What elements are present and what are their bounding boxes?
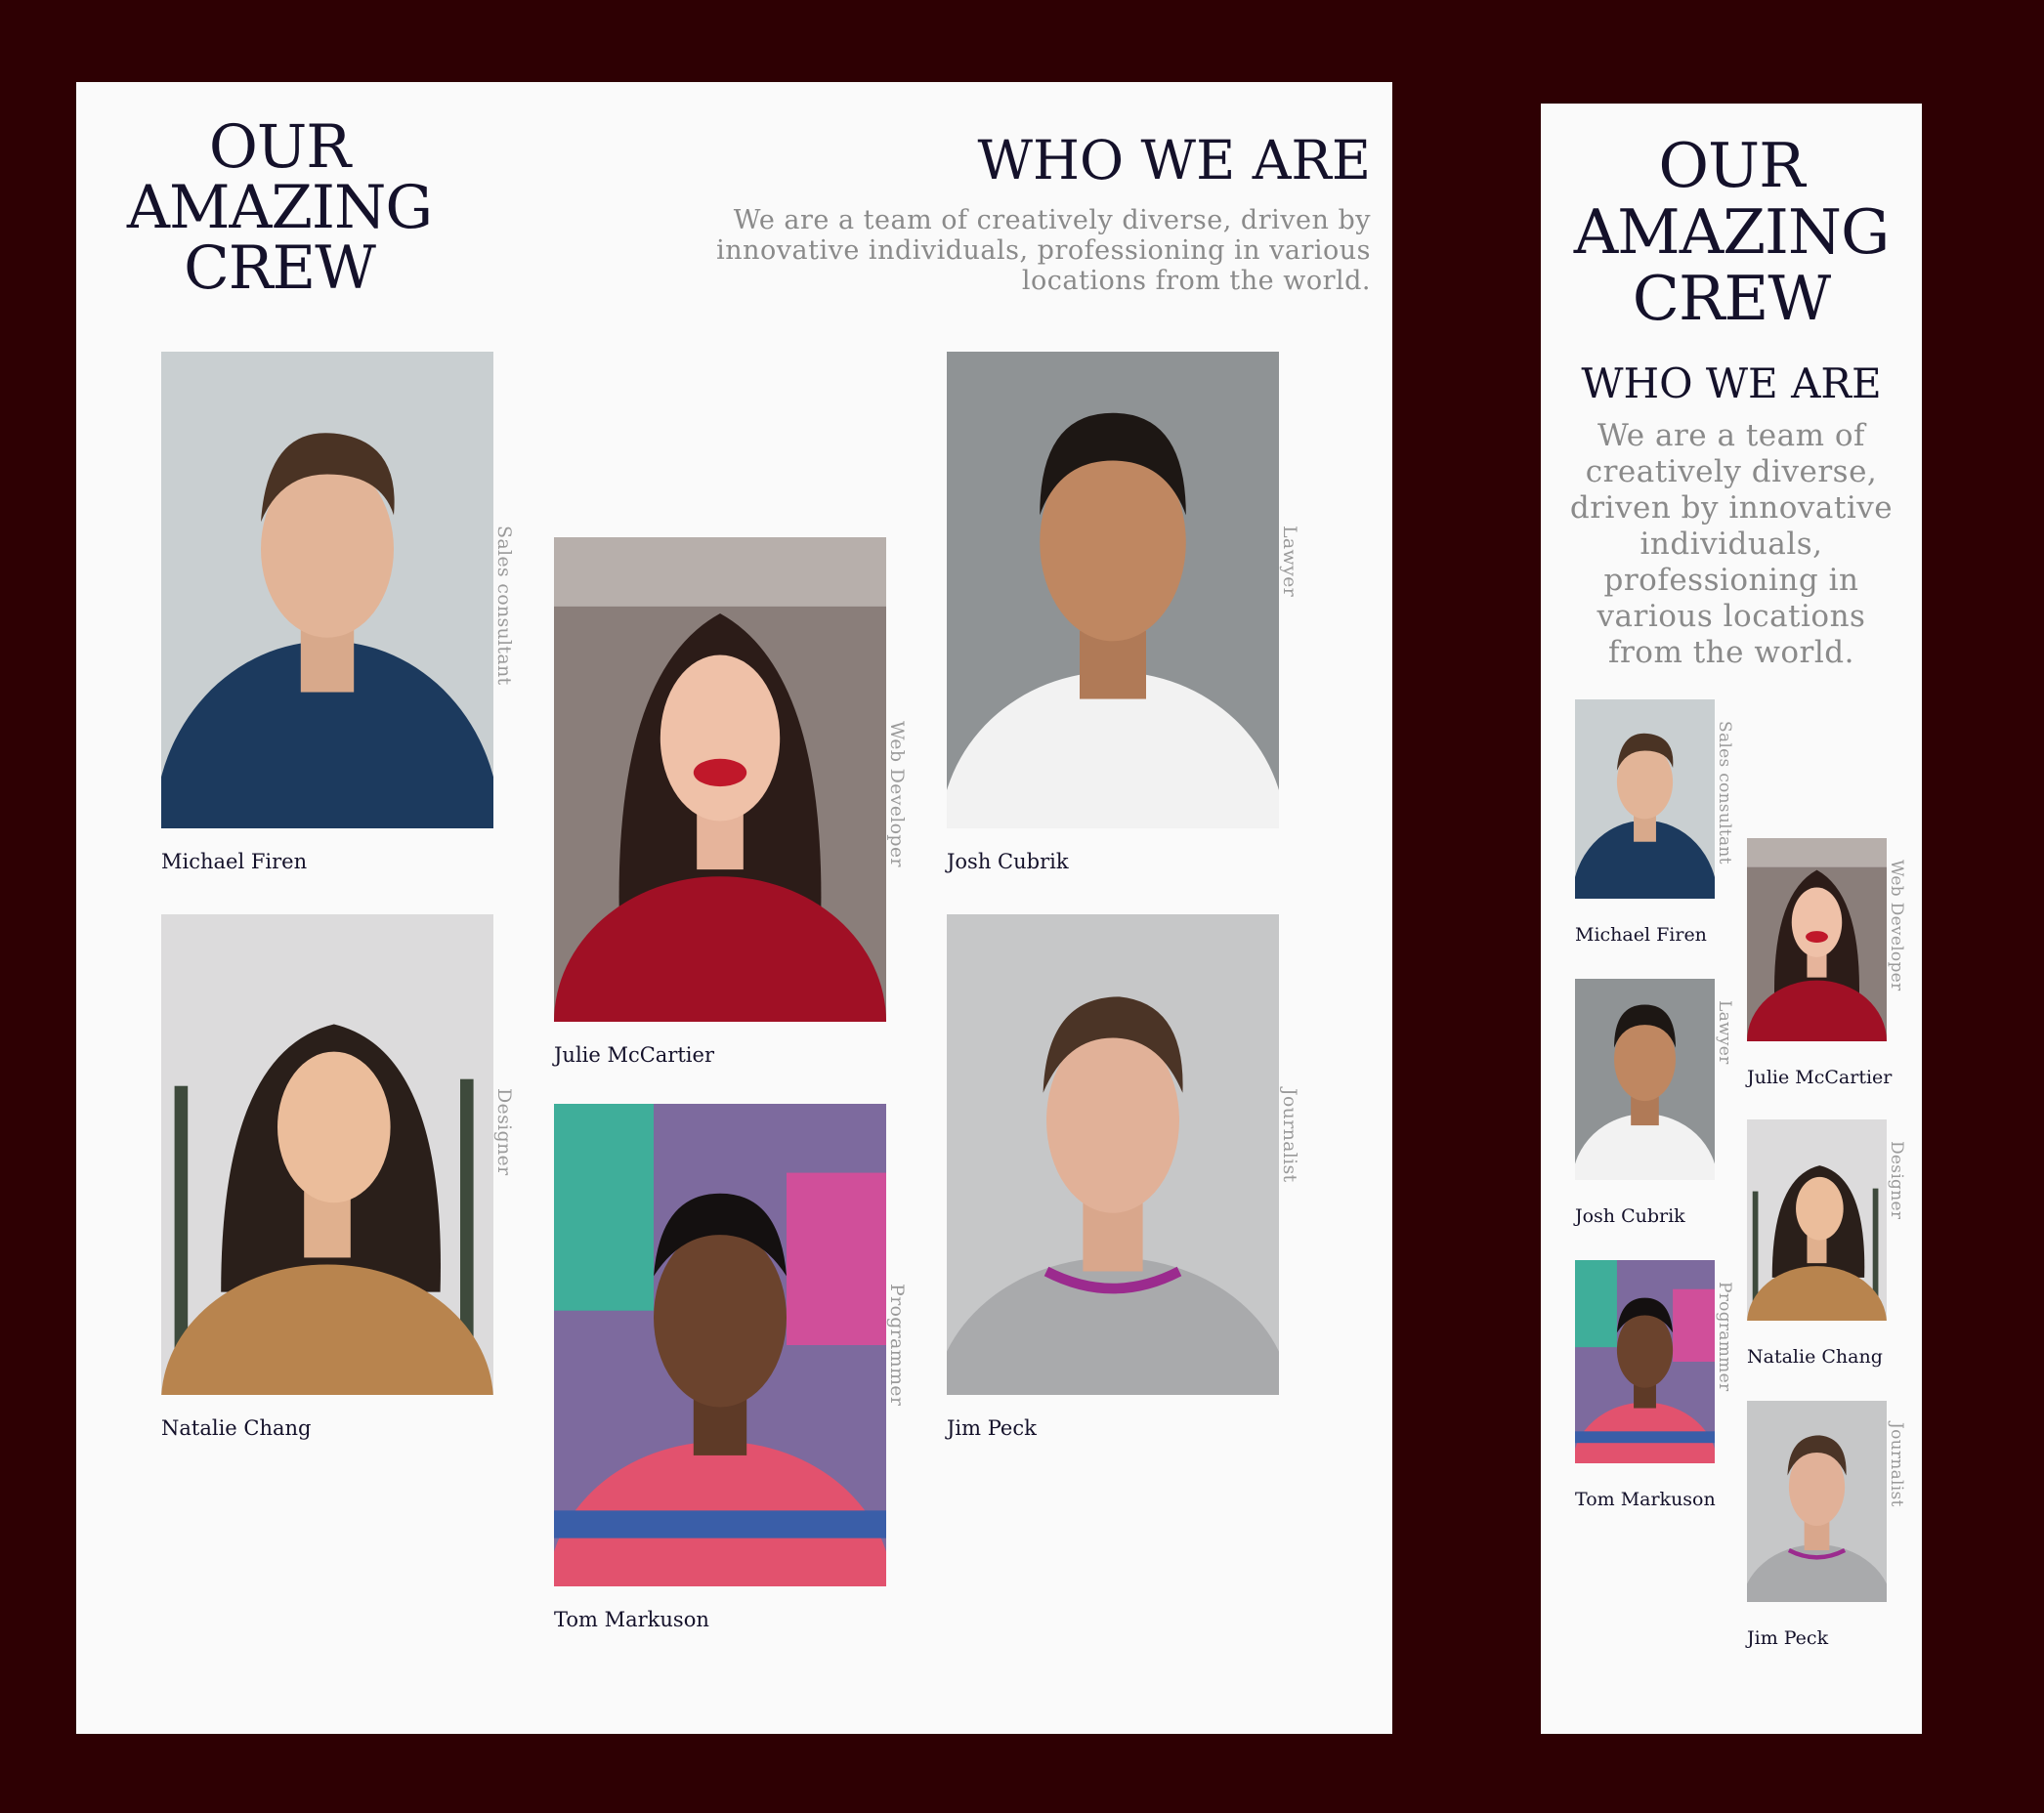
- crew-role: Designer: [493, 1088, 515, 1176]
- crew-photo: [161, 352, 493, 828]
- page-title: OUR AMAZING CREW: [1573, 130, 1891, 334]
- crew-name: Josh Cubrik: [947, 850, 1069, 873]
- section-title: WHO WE ARE: [1581, 359, 1882, 407]
- crew-photo: [554, 1104, 886, 1586]
- crew-name: Julie McCartier: [1747, 1067, 1893, 1088]
- page-title: OUR AMAZING CREW: [126, 112, 433, 303]
- crew-photo: [1575, 1260, 1715, 1463]
- crew-role: Journalist: [1887, 1422, 1906, 1507]
- section-title: WHO WE ARE: [977, 129, 1371, 191]
- mobile-preview: OUR AMAZING CREW WHO WE ARE We are a tea…: [1541, 104, 1922, 1734]
- crew-photo: [947, 352, 1279, 828]
- crew-name: Josh Cubrik: [1575, 1205, 1685, 1227]
- crew-name: Jim Peck: [947, 1416, 1037, 1440]
- crew-role: Lawyer: [1715, 1000, 1734, 1065]
- crew-role: Sales consultant: [1715, 721, 1734, 864]
- crew-name: Jim Peck: [1747, 1627, 1829, 1649]
- crew-name: Tom Markuson: [1575, 1489, 1716, 1510]
- section-description: We are a team of creatively diverse, dri…: [716, 205, 1371, 296]
- crew-role: Programmer: [886, 1284, 908, 1407]
- crew-photo: [1747, 1119, 1887, 1321]
- section-description: We are a team of creatively diverse, dri…: [1569, 418, 1894, 670]
- crew-role: Programmer: [1715, 1282, 1734, 1392]
- crew-name: Julie McCartier: [554, 1043, 714, 1067]
- crew-photo: [1747, 838, 1887, 1041]
- crew-name: Michael Firen: [1575, 924, 1707, 946]
- crew-name: Tom Markuson: [554, 1608, 709, 1631]
- crew-role: Designer: [1887, 1141, 1906, 1220]
- crew-role: Web Developer: [886, 721, 908, 867]
- crew-name: Natalie Chang: [161, 1416, 312, 1440]
- crew-role: Sales consultant: [493, 526, 515, 686]
- crew-role: Lawyer: [1279, 526, 1300, 598]
- crew-role: Journalist: [1279, 1088, 1300, 1183]
- crew-photo: [1575, 979, 1715, 1180]
- crew-name: Michael Firen: [161, 850, 308, 873]
- crew-name: Natalie Chang: [1747, 1346, 1883, 1368]
- crew-role: Web Developer: [1887, 860, 1906, 991]
- crew-photo: [1747, 1401, 1887, 1602]
- desktop-preview: OUR AMAZING CREW WHO WE ARE We are a tea…: [76, 82, 1392, 1734]
- crew-photo: [554, 537, 886, 1022]
- crew-photo: [1575, 699, 1715, 899]
- crew-photo: [161, 914, 493, 1395]
- crew-photo: [947, 914, 1279, 1395]
